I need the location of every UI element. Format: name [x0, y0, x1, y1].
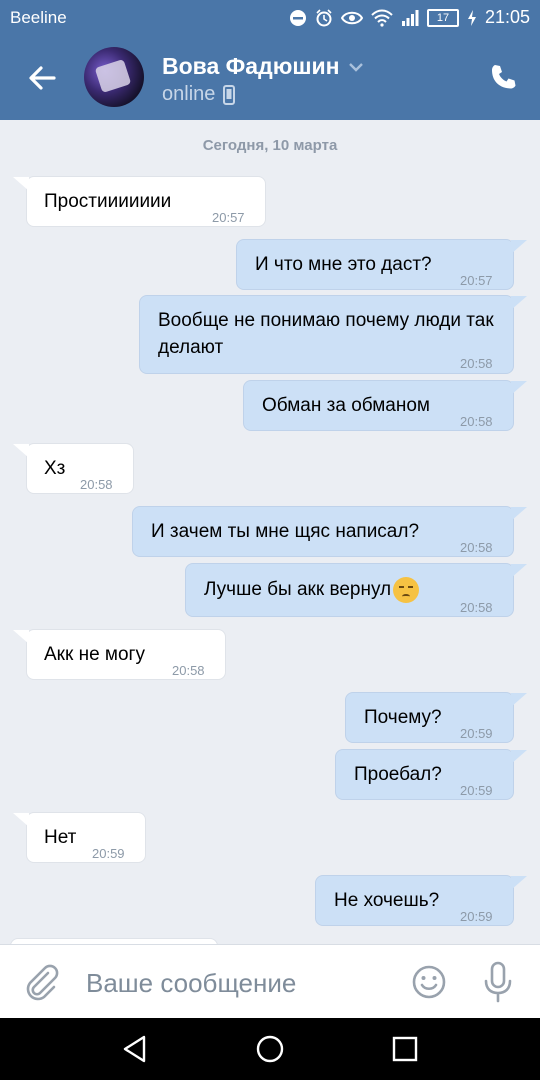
- message-text: Хз: [44, 458, 66, 479]
- unamused-face-icon: [393, 576, 420, 603]
- system-nav-bar: [0, 1018, 540, 1080]
- message-time: 20:58: [460, 540, 493, 555]
- message-outgoing[interactable]: И что мне это даст? 20:57: [236, 239, 527, 290]
- message-text: Акк не могу: [44, 644, 145, 665]
- message-time: 20:59: [92, 846, 125, 861]
- message-text: И зачем ты мне щяс написал?: [151, 521, 420, 542]
- recents-nav-icon[interactable]: [388, 1032, 422, 1066]
- back-nav-icon[interactable]: [118, 1032, 152, 1066]
- message-text: И что мне это даст?: [255, 254, 432, 275]
- message-time: 20:58: [172, 663, 205, 678]
- message-text: Обман за обманом: [262, 395, 430, 416]
- message-text-label: Лучше бы акк вернул: [204, 579, 392, 600]
- message-input[interactable]: Ваше сообщение: [86, 968, 296, 999]
- message-outgoing[interactable]: Проебал? 20:59: [335, 749, 527, 800]
- message-outgoing[interactable]: И зачем ты мне щяс написал? 20:58: [132, 506, 527, 557]
- message-time: 20:57: [212, 210, 245, 225]
- message-incoming[interactable]: Простиииииии 20:57: [13, 176, 266, 227]
- message-outgoing[interactable]: Почему? 20:59: [345, 692, 527, 743]
- message-time: 20:59: [460, 783, 493, 798]
- emoji-icon[interactable]: [410, 963, 448, 1001]
- message-outgoing[interactable]: Не хочешь? 20:59: [315, 875, 527, 926]
- message-outgoing[interactable]: Вообще не понимаю почему люди так делают…: [139, 295, 527, 374]
- message-time: 20:57: [460, 273, 493, 288]
- message-composer: Ваше сообщение: [0, 944, 540, 1019]
- message-incoming[interactable]: Хз 20:58: [13, 443, 134, 494]
- message-outgoing[interactable]: Лучше бы акк вернул 20:58: [185, 563, 527, 617]
- message-text: Лучше бы акк вернул: [204, 576, 420, 603]
- microphone-icon[interactable]: [480, 961, 516, 1003]
- attach-icon[interactable]: [22, 963, 60, 1001]
- message-text: Нет: [44, 827, 77, 848]
- message-time: 20:58: [460, 356, 493, 371]
- message-text: Простиииииии: [44, 191, 172, 212]
- home-nav-icon[interactable]: [253, 1032, 287, 1066]
- message-time: 20:58: [80, 477, 113, 492]
- message-time: 20:59: [460, 909, 493, 924]
- message-text: Проебал?: [354, 764, 442, 785]
- message-time: 20:59: [460, 726, 493, 741]
- message-text: Вообще не понимаю почему люди так делают: [158, 310, 494, 358]
- message-text: Не хочешь?: [334, 890, 440, 911]
- message-list: Простиииииии 20:57 И что мне это даст? 2…: [0, 0, 540, 950]
- message-incoming[interactable]: Акк не могу 20:58: [13, 629, 226, 680]
- message-text: Почему?: [364, 707, 442, 728]
- message-incoming[interactable]: Нет 20:59: [13, 812, 146, 863]
- message-time: 20:58: [460, 414, 493, 429]
- message-outgoing[interactable]: Обман за обманом 20:58: [243, 380, 527, 431]
- message-time: 20:58: [460, 600, 493, 615]
